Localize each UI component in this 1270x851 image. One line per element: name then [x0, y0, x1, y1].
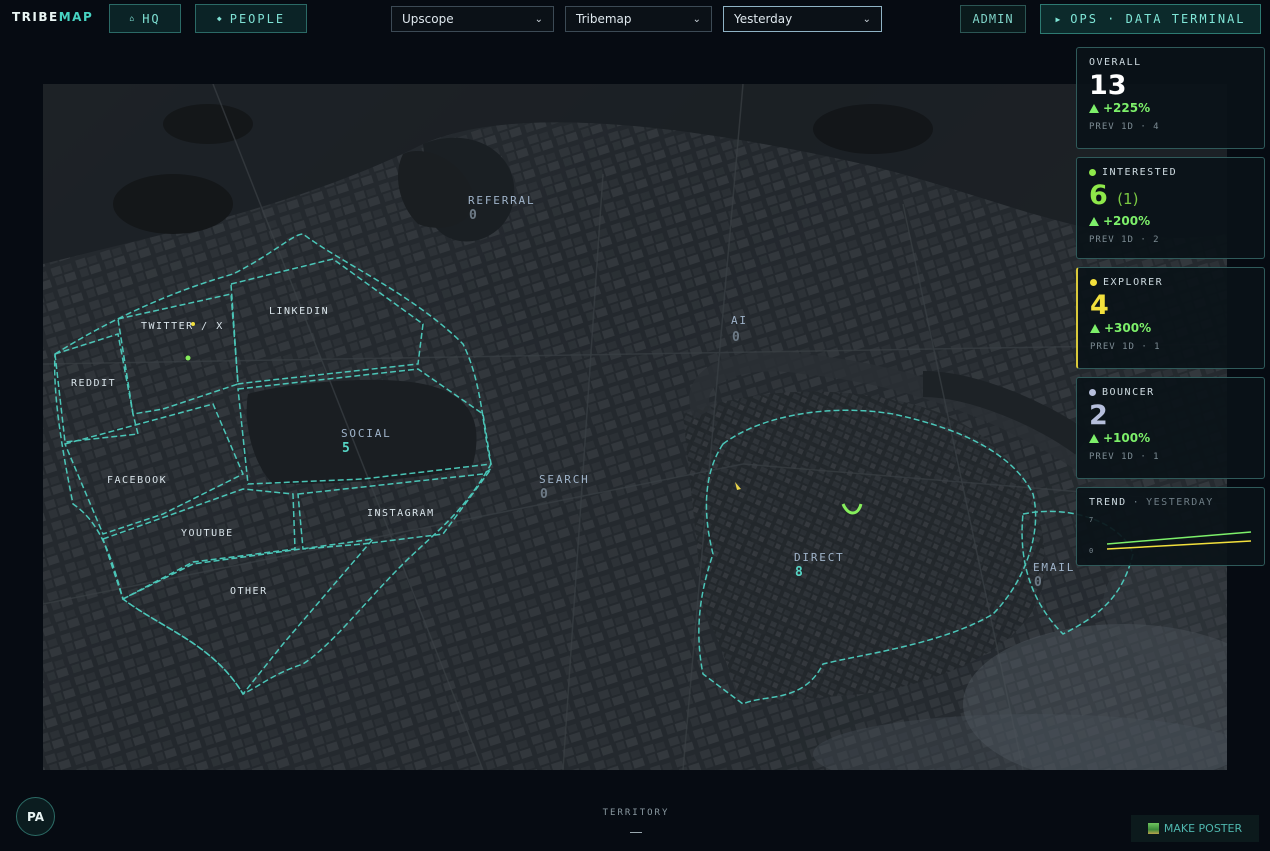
zone-facebook-label[interactable]: FACEBOOK — [107, 475, 167, 486]
zone-other-label[interactable]: OTHER — [230, 586, 268, 597]
zone-referral-label[interactable]: REFERRAL — [468, 194, 535, 207]
zone-reddit-label[interactable]: REDDIT — [71, 378, 116, 389]
explorer-label: EXPLORER — [1103, 277, 1164, 288]
interested-delta-text: +200% — [1103, 214, 1151, 228]
overall-prev: PREV 1D · 4 — [1089, 122, 1160, 132]
workspace-select[interactable]: Upscope ⌄ — [391, 6, 554, 32]
up-arrow-icon — [1089, 433, 1099, 443]
bouncer-label-row: BOUNCER — [1089, 387, 1252, 398]
bouncer-dot-icon — [1089, 389, 1096, 396]
up-arrow-icon — [1089, 103, 1099, 113]
bouncer-value: 2 — [1089, 400, 1108, 431]
project-select[interactable]: Tribemap ⌄ — [565, 6, 712, 32]
trend-period: YESTERDAY — [1146, 497, 1214, 508]
logo-accent: MAP — [58, 10, 94, 24]
zone-direct-label[interactable]: DIRECT — [794, 551, 845, 564]
ops-label: OPS · DATA TERMINAL — [1070, 12, 1246, 26]
period-value: Yesterday — [734, 12, 793, 26]
avatar-initials: PA — [27, 809, 44, 824]
chevron-down-icon: ⌄ — [862, 13, 871, 25]
stat-card-bouncer[interactable]: BOUNCER 2 +100% PREV 1D · 1 — [1076, 377, 1265, 479]
period-select[interactable]: Yesterday ⌄ — [723, 6, 882, 32]
overall-label: OVERALL — [1089, 57, 1142, 68]
interested-dot-icon — [1089, 169, 1096, 176]
zone-search-count: 0 — [540, 487, 548, 502]
explorer-prev: PREV 1D · 1 — [1090, 342, 1161, 352]
hq-label: HQ — [142, 11, 161, 26]
admin-button[interactable]: ADMIN — [960, 5, 1026, 33]
overall-delta-text: +225% — [1103, 101, 1151, 115]
stat-card-overall[interactable]: OVERALL 13 +225% PREV 1D · 4 — [1076, 47, 1265, 149]
stat-card-interested[interactable]: INTERESTED 6 (1) +200% PREV 1D · 2 — [1076, 157, 1265, 259]
explorer-value: 4 — [1090, 290, 1109, 321]
interested-prev: PREV 1D · 2 — [1089, 235, 1160, 245]
trend-separator: · — [1132, 497, 1141, 508]
interested-delta: +200% — [1089, 214, 1252, 228]
overall-value: 13 — [1089, 70, 1127, 101]
chevron-down-icon: ⌄ — [534, 13, 543, 25]
interested-extra: (1) — [1117, 190, 1139, 208]
stat-card-explorer[interactable]: EXPLORER 4 +300% PREV 1D · 1 — [1076, 267, 1265, 369]
territory-map[interactable]: TWITTER / X LINKEDIN REDDIT FACEBOOK YOU… — [43, 84, 1227, 770]
overall-delta: +225% — [1089, 101, 1252, 115]
zone-linkedin-label[interactable]: LINKEDIN — [269, 306, 329, 317]
interested-value: 6 — [1089, 180, 1108, 211]
people-label: PEOPLE — [229, 11, 286, 26]
trend-sparkline: 7 0 — [1089, 512, 1252, 556]
zone-social-count: 5 — [342, 441, 350, 456]
up-arrow-icon — [1089, 216, 1099, 226]
diamond-icon: ◆ — [216, 14, 224, 23]
trend-header: TREND · YESTERDAY — [1089, 497, 1252, 508]
image-icon — [1147, 823, 1159, 834]
bouncer-prev: PREV 1D · 1 — [1089, 452, 1160, 462]
zone-social-label[interactable]: SOCIAL — [341, 427, 392, 440]
explorer-delta: +300% — [1090, 321, 1252, 335]
project-value: Tribemap — [576, 12, 632, 26]
hq-button[interactable]: ⌂ HQ — [109, 4, 181, 33]
bouncer-delta-text: +100% — [1103, 431, 1151, 445]
zone-search-label[interactable]: SEARCH — [539, 473, 590, 486]
marker-green — [185, 355, 191, 361]
bouncer-label: BOUNCER — [1102, 387, 1155, 398]
explorer-delta-text: +300% — [1104, 321, 1152, 335]
zone-youtube-label[interactable]: YOUTUBE — [181, 528, 234, 539]
ops-terminal-button[interactable]: ▶ OPS · DATA TERMINAL — [1040, 4, 1261, 34]
zone-direct-count: 8 — [795, 565, 803, 580]
map-graphics — [43, 84, 1227, 770]
zone-ai-label[interactable]: AI — [731, 314, 748, 327]
chevron-down-icon: ⌄ — [692, 13, 701, 25]
play-icon: ▶ — [1055, 14, 1063, 24]
zone-email-count: 0 — [1034, 575, 1042, 590]
trend-label: TREND — [1089, 497, 1127, 508]
territory-label: TERRITORY — [602, 808, 670, 818]
interested-label: INTERESTED — [1102, 167, 1178, 178]
make-poster-button[interactable]: MAKE POSTER — [1131, 815, 1259, 842]
app-logo[interactable]: TRIBEMAP — [12, 10, 93, 24]
interested-value-row: 6 (1) — [1089, 181, 1252, 214]
trend-card[interactable]: TREND · YESTERDAY 7 0 — [1076, 487, 1265, 566]
zone-referral-count: 0 — [469, 208, 477, 223]
zone-twitter-label[interactable]: TWITTER / X — [141, 321, 224, 332]
poster-label: MAKE POSTER — [1163, 822, 1243, 835]
top-bar: TRIBEMAP ⌂ HQ ◆ PEOPLE Upscope ⌄ Tribema… — [0, 0, 1270, 38]
zone-email-label[interactable]: EMAIL — [1033, 561, 1075, 574]
avatar[interactable]: PA — [16, 797, 55, 836]
home-icon: ⌂ — [129, 14, 137, 23]
explorer-label-row: EXPLORER — [1090, 277, 1252, 288]
people-button[interactable]: ◆ PEOPLE — [195, 4, 307, 33]
zone-ai-count: 0 — [732, 330, 740, 345]
zone-instagram-label[interactable]: INSTAGRAM — [367, 508, 435, 519]
admin-label: ADMIN — [972, 12, 1014, 26]
workspace-value: Upscope — [402, 12, 454, 26]
territory-indicator — [630, 832, 642, 833]
bouncer-delta: +100% — [1089, 431, 1252, 445]
logo-main: TRIBE — [12, 10, 59, 24]
explorer-dot-icon — [1090, 279, 1097, 286]
up-arrow-icon — [1090, 323, 1100, 333]
trend-lines — [1106, 531, 1252, 550]
interested-label-row: INTERESTED — [1089, 167, 1252, 178]
